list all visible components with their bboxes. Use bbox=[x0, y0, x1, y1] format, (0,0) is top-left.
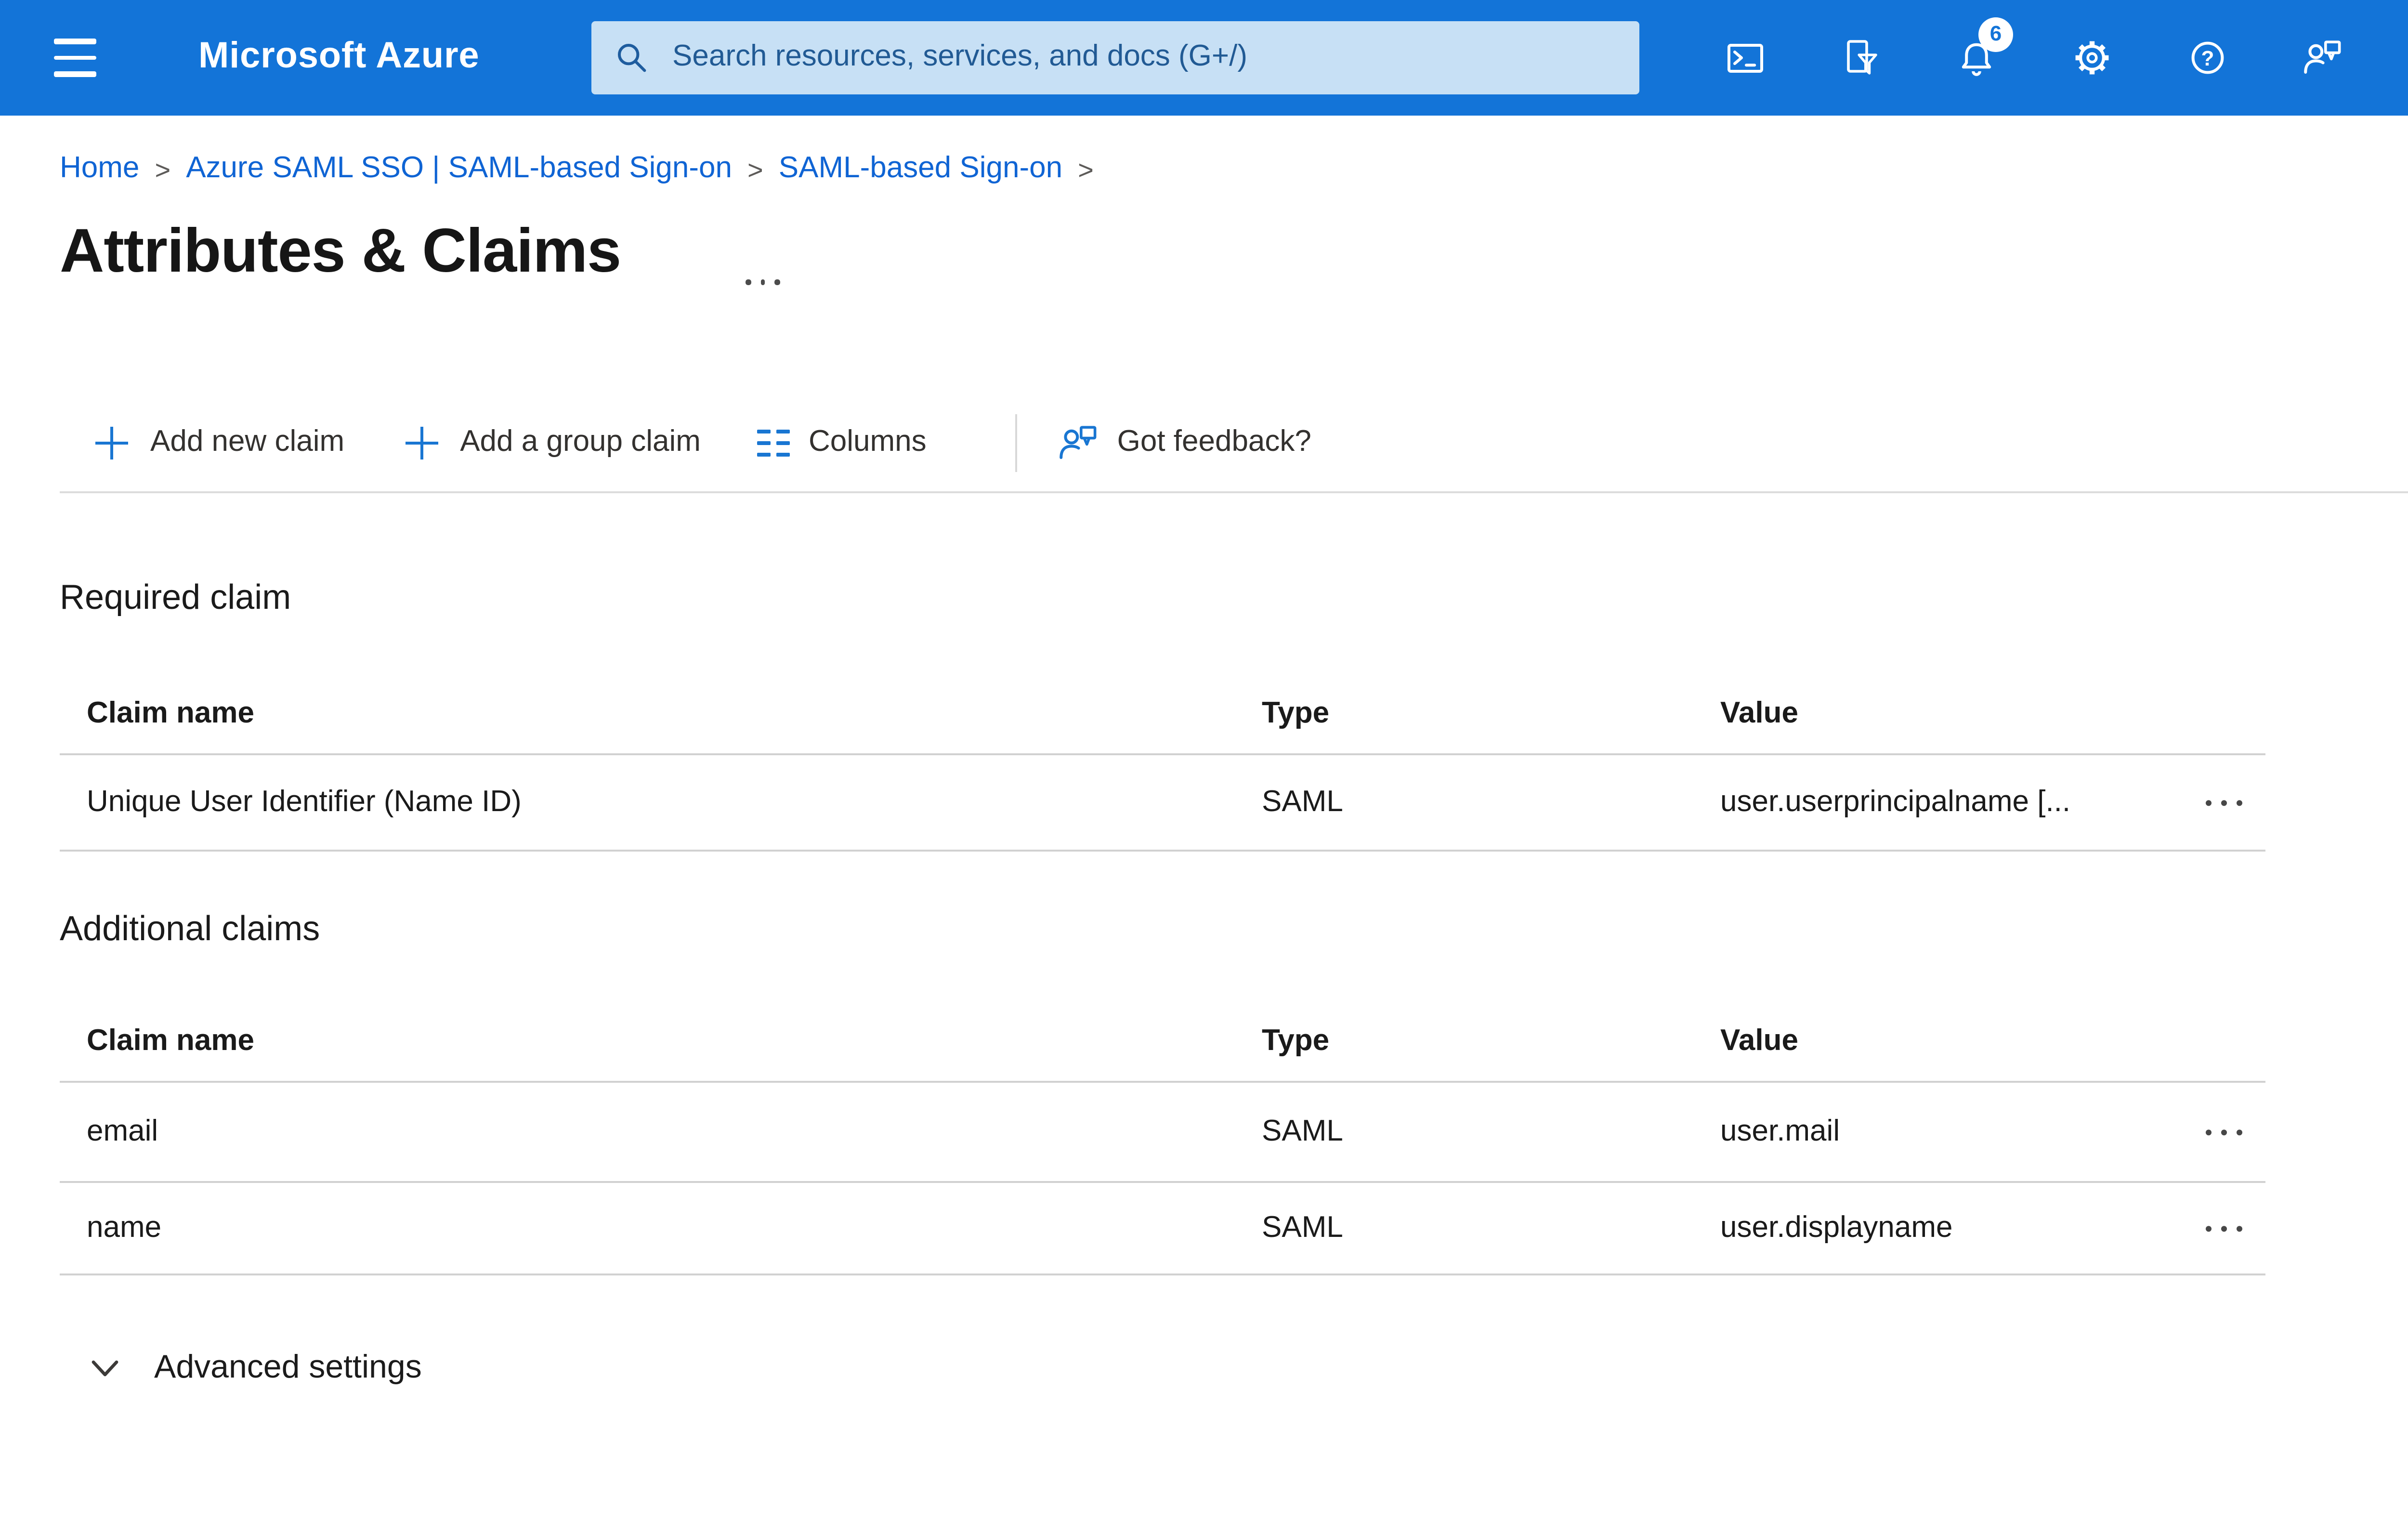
brand-title[interactable]: Microsoft Azure bbox=[198, 0, 480, 116]
help-button[interactable]: ? bbox=[2169, 19, 2246, 96]
cloudshell-icon bbox=[1727, 44, 1763, 73]
plus-icon bbox=[405, 427, 438, 460]
add-group-claim-label: Add a group claim bbox=[460, 426, 701, 459]
breadcrumb-separator: > bbox=[155, 154, 171, 185]
global-search bbox=[591, 21, 1639, 94]
cloud-shell-button[interactable] bbox=[1707, 19, 1784, 96]
claim-name-cell: email bbox=[87, 1115, 158, 1147]
row-menu-icon bbox=[2205, 799, 2212, 806]
feedback-icon bbox=[1059, 426, 1097, 459]
row-context-menu-button[interactable] bbox=[2201, 1217, 2246, 1239]
claim-type-cell: SAML bbox=[1262, 785, 1343, 818]
topbar-actions: 6 ? bbox=[1707, 17, 2362, 96]
breadcrumb-saml-signon[interactable]: SAML-based Sign-on bbox=[779, 152, 1062, 187]
help-icon: ? bbox=[2191, 41, 2224, 74]
ellipsis-icon bbox=[746, 280, 751, 285]
breadcrumb: Home > Azure SAML SSO | SAML-based Sign-… bbox=[60, 152, 1109, 187]
claim-row-name[interactable]: name SAML user.displayname bbox=[60, 1183, 2265, 1275]
chevron-down-icon bbox=[92, 1359, 118, 1376]
breadcrumb-home[interactable]: Home bbox=[60, 152, 139, 187]
column-header-type: Type bbox=[1262, 696, 1330, 729]
columns-button[interactable]: Columns bbox=[756, 426, 927, 460]
row-menu-icon bbox=[2205, 1129, 2212, 1135]
claim-name-cell: name bbox=[87, 1211, 162, 1244]
hamburger-menu-button[interactable] bbox=[42, 27, 108, 89]
search-icon bbox=[618, 44, 646, 72]
got-feedback-button[interactable]: Got feedback? bbox=[1058, 422, 1311, 464]
add-new-claim-button[interactable]: Add new claim bbox=[91, 422, 344, 464]
feedback-icon bbox=[2304, 40, 2341, 74]
azure-portal-window: Microsoft Azure Search resources, servic… bbox=[0, 0, 2408, 1523]
directory-filter-button[interactable] bbox=[1822, 19, 1899, 96]
breadcrumb-saml-sso[interactable]: Azure SAML SSO | SAML-based Sign-on bbox=[186, 152, 732, 187]
row-context-menu-button[interactable] bbox=[2201, 791, 2246, 814]
claim-type-cell: SAML bbox=[1262, 1115, 1343, 1147]
claim-value-cell: user.userprincipalname [... bbox=[1720, 785, 2071, 818]
claim-value-cell: user.mail bbox=[1720, 1115, 1840, 1147]
directory-filter-icon bbox=[1847, 40, 1877, 75]
advanced-settings-toggle[interactable]: Advanced settings bbox=[89, 1349, 422, 1387]
claim-value-cell: user.displayname bbox=[1720, 1211, 1953, 1244]
column-header-claim-name: Claim name bbox=[87, 1024, 255, 1057]
command-bar: Add new claim Add a group claim Columns … bbox=[60, 395, 2408, 493]
column-header-type: Type bbox=[1262, 1024, 1330, 1057]
gear-icon bbox=[2075, 41, 2109, 75]
column-header-value: Value bbox=[1720, 696, 1798, 729]
settings-button[interactable] bbox=[2054, 19, 2131, 96]
claim-row-email[interactable]: email SAML user.mail bbox=[60, 1083, 2265, 1183]
row-menu-icon bbox=[2205, 1225, 2212, 1232]
breadcrumb-separator: > bbox=[1078, 154, 1094, 185]
svg-text:?: ? bbox=[2201, 47, 2214, 70]
toolbar-divider bbox=[1015, 414, 1017, 472]
additional-claims-table: Claim name Type Value email SAML user.ma… bbox=[60, 1002, 2265, 1275]
claim-type-cell: SAML bbox=[1262, 1211, 1343, 1244]
columns-icon bbox=[756, 429, 791, 458]
hamburger-icon bbox=[54, 39, 96, 44]
notifications-button[interactable]: 6 bbox=[1938, 17, 2015, 96]
breadcrumb-separator: > bbox=[747, 154, 763, 185]
add-group-claim-button[interactable]: Add a group claim bbox=[400, 422, 701, 464]
title-context-menu-button[interactable] bbox=[742, 258, 784, 285]
plus-icon bbox=[95, 427, 128, 460]
advanced-settings-label: Advanced settings bbox=[154, 1349, 422, 1385]
claim-row-unique-user-identifier[interactable]: Unique User Identifier (Name ID) SAML us… bbox=[60, 755, 2265, 852]
columns-label: Columns bbox=[808, 426, 927, 459]
add-new-claim-label: Add new claim bbox=[150, 426, 345, 459]
column-header-claim-name: Claim name bbox=[87, 696, 255, 729]
feedback-button[interactable] bbox=[2285, 19, 2362, 96]
page-title: Attributes & Claims bbox=[60, 216, 621, 285]
global-search-input[interactable] bbox=[668, 39, 1616, 77]
required-claim-table: Claim name Type Value Unique User Identi… bbox=[60, 674, 2265, 852]
topbar: Microsoft Azure Search resources, servic… bbox=[0, 0, 2408, 116]
notification-badge: 6 bbox=[1978, 17, 2013, 52]
column-header-value: Value bbox=[1720, 1024, 1798, 1057]
section-heading-additional-claims: Additional claims bbox=[60, 909, 320, 948]
table-header-row: Claim name Type Value bbox=[60, 1002, 2265, 1083]
row-context-menu-button[interactable] bbox=[2201, 1121, 2246, 1143]
table-header-row: Claim name Type Value bbox=[60, 674, 2265, 755]
section-heading-required-claim: Required claim bbox=[60, 578, 291, 617]
got-feedback-label: Got feedback? bbox=[1117, 426, 1311, 459]
claim-name-cell: Unique User Identifier (Name ID) bbox=[87, 785, 522, 818]
